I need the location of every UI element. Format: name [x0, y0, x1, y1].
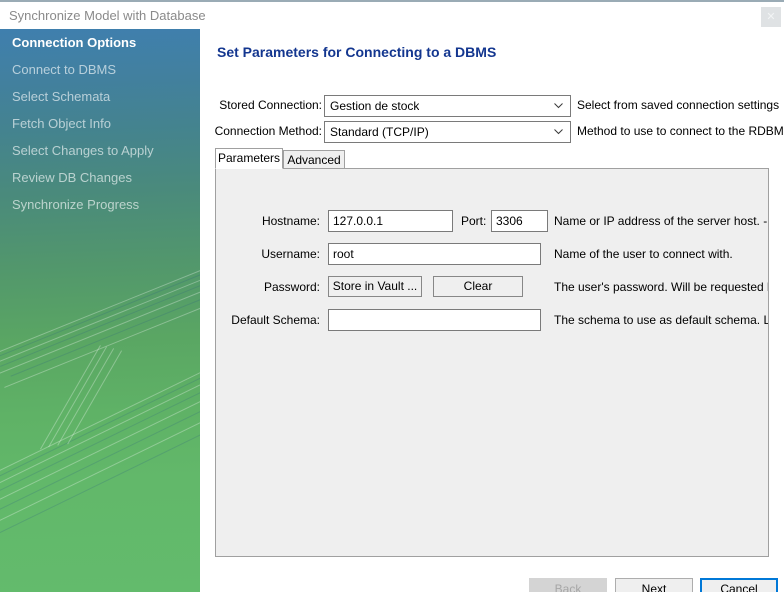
dialog-footer: Back Next Cancel [200, 556, 784, 592]
hostname-input[interactable]: 127.0.0.1 [328, 210, 453, 232]
wizard-steps-list: Connection Options Connect to DBMS Selec… [0, 29, 200, 218]
tab-parameters[interactable]: Parameters [215, 148, 283, 169]
stored-connection-row: Stored Connection: Gestion de stock Sele… [200, 95, 784, 117]
stored-connection-hint: Select from saved connection settings [577, 98, 780, 112]
sidebar-item-review-db-changes[interactable]: Review DB Changes [0, 164, 200, 191]
main-content: Set Parameters for Connecting to a DBMS … [200, 29, 784, 592]
sidebar-item-select-changes-to-apply[interactable]: Select Changes to Apply [0, 137, 200, 164]
stored-connection-select[interactable]: Gestion de stock [324, 95, 571, 117]
parameters-tab-panel: Hostname: 127.0.0.1 Port: 3306 Name or I… [215, 168, 769, 557]
page-title: Set Parameters for Connecting to a DBMS [217, 44, 497, 60]
chevron-down-icon [553, 100, 564, 111]
stored-connection-value: Gestion de stock [330, 99, 420, 113]
hostname-label: Hostname: [261, 214, 320, 228]
wizard-step-sidebar: Connection Options Connect to DBMS Selec… [0, 29, 200, 592]
connection-method-value: Standard (TCP/IP) [330, 125, 429, 139]
wizard-window: Synchronize Model with Database ✕ Connec… [0, 0, 784, 592]
sidebar-item-connection-options[interactable]: Connection Options [0, 29, 200, 56]
default-schema-input[interactable] [328, 309, 541, 331]
sidebar-item-fetch-object-info[interactable]: Fetch Object Info [0, 110, 200, 137]
tab-strip: Parameters Advanced [215, 148, 769, 169]
hostname-hint: Name or IP address of the server host. -… [554, 214, 768, 228]
title-bar: Synchronize Model with Database ✕ [0, 0, 784, 29]
sidebar-item-select-schemata[interactable]: Select Schemata [0, 83, 200, 110]
sidebar-item-synchronize-progress[interactable]: Synchronize Progress [0, 191, 200, 218]
username-row: Username: root Name of the user to conne… [216, 243, 768, 265]
chevron-down-icon [553, 126, 564, 137]
tab-advanced[interactable]: Advanced [283, 150, 345, 169]
sidebar-item-connect-to-dbms[interactable]: Connect to DBMS [0, 56, 200, 83]
store-in-vault-button[interactable]: Store in Vault ... [328, 276, 422, 297]
default-schema-label: Default Schema: [231, 313, 320, 327]
hostname-row: Hostname: 127.0.0.1 Port: 3306 Name or I… [216, 210, 768, 232]
stored-connection-label: Stored Connection: [219, 98, 322, 112]
username-hint: Name of the user to connect with. [554, 247, 733, 261]
default-schema-hint: The schema to use as default schema. Lea… [554, 313, 768, 327]
next-button[interactable]: Next [615, 578, 693, 592]
close-icon[interactable]: ✕ [761, 7, 781, 27]
username-input[interactable]: root [328, 243, 541, 265]
username-label: Username: [261, 247, 320, 261]
password-label: Password: [263, 280, 320, 294]
default-schema-row: Default Schema: The schema to use as def… [216, 309, 768, 331]
password-row: Password: Store in Vault ... Clear The u… [216, 276, 769, 298]
port-label: Port: [461, 214, 487, 228]
connection-method-select[interactable]: Standard (TCP/IP) [324, 121, 571, 143]
window-title: Synchronize Model with Database [9, 8, 206, 23]
port-input[interactable]: 3306 [491, 210, 548, 232]
clear-password-button[interactable]: Clear [433, 276, 523, 297]
connection-method-row: Connection Method: Standard (TCP/IP) Met… [200, 121, 784, 143]
password-hint: The user's password. Will be requested l… [554, 280, 769, 294]
back-button[interactable]: Back [529, 578, 607, 592]
connection-method-label: Connection Method: [214, 124, 322, 138]
cancel-button[interactable]: Cancel [700, 578, 778, 592]
connection-method-hint: Method to use to connect to the RDBMS [577, 124, 784, 138]
